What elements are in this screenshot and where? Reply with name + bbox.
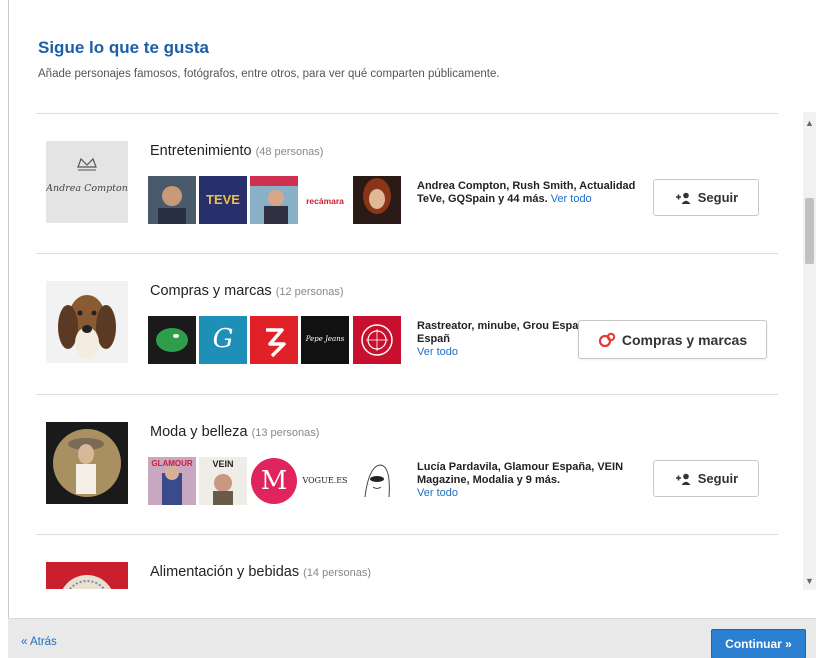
woman-photo-icon <box>46 422 128 504</box>
view-all-link[interactable]: Ver todo <box>551 193 592 205</box>
follow-button-label: Seguir <box>697 471 739 486</box>
crown-logo-icon <box>46 141 128 223</box>
category-name: Alimentación y bebidas <box>150 564 300 580</box>
thumbnail-person[interactable] <box>148 176 196 224</box>
category-row-entretenimiento: Andrea Compton Entretenimiento (48 perso… <box>36 113 778 254</box>
back-link[interactable]: « Atrás <box>21 636 57 648</box>
thumbnail-person[interactable] <box>353 176 401 224</box>
category-count: (13 personas) <box>251 427 320 439</box>
add-person-icon <box>675 192 691 204</box>
thumbnail-label: VOGUE.ES <box>302 476 348 485</box>
category-count: (14 personas) <box>303 567 372 579</box>
category-title: Alimentación y bebidas (14 personas) <box>150 564 371 580</box>
description-text: Andrea Compton, Rush Smith, Actualidad T… <box>417 180 636 205</box>
category-description: Lucía Pardavila, Glamour España, VEIN Ma… <box>417 461 647 500</box>
thumbnail-vogue[interactable]: VOGUE.ES <box>301 457 349 505</box>
category-name: Compras y marcas <box>150 283 272 299</box>
continue-button[interactable]: Continuar » <box>711 629 806 658</box>
scroll-up-icon[interactable]: ▲ <box>805 118 814 128</box>
avatar-signature: Andrea Compton <box>46 183 128 194</box>
thumbnail-magazine[interactable] <box>250 176 298 224</box>
scrollbar[interactable]: ▲ ▼ <box>803 112 816 590</box>
view-all-link[interactable]: Ver todo <box>417 346 458 358</box>
category-description: Andrea Compton, Rush Smith, Actualidad T… <box>417 180 647 206</box>
thumbnail-label: G <box>212 324 234 354</box>
thumbnail-teve[interactable]: TEVE <box>199 176 247 224</box>
follow-category-button-label: Compras y marcas <box>621 331 748 348</box>
dialog-header: Sigue lo que te gusta Añade personajes f… <box>38 38 500 80</box>
dialog-footer: « Atrás Continuar » <box>8 618 816 658</box>
page-subtitle: Añade personajes famosos, fotógrafos, en… <box>38 68 500 80</box>
thumbnail-glamour[interactable]: GLAMOUR <box>148 457 196 505</box>
view-all-link[interactable]: Ver todo <box>417 487 458 499</box>
category-row-compras: Compras y marcas (12 personas) G Pepe Je… <box>36 253 778 394</box>
page-title: Sigue lo que te gusta <box>38 38 209 57</box>
dog-photo-icon <box>46 281 128 363</box>
thumbnail-label: M <box>260 466 288 496</box>
category-title: Compras y marcas (12 personas) <box>150 283 344 299</box>
category-avatar <box>46 422 128 504</box>
thumbnail-brand[interactable] <box>250 316 298 364</box>
seal-logo-icon <box>46 562 128 589</box>
category-name: Moda y belleza <box>150 424 248 440</box>
category-count: (12 personas) <box>275 286 344 298</box>
thumbnail-modalia[interactable]: M <box>250 457 298 505</box>
follow-button[interactable]: Seguir <box>653 460 759 497</box>
follow-button[interactable]: Seguir <box>653 179 759 216</box>
thumbnail-label: Pepe Jeans <box>305 335 345 343</box>
follow-category-button[interactable]: Compras y marcas <box>578 320 767 359</box>
thumbnail-pepe-jeans[interactable]: Pepe Jeans <box>301 316 349 364</box>
thumbnail-label: TEVE <box>206 192 240 207</box>
category-list: Andrea Compton Entretenimiento (48 perso… <box>36 113 778 589</box>
category-title: Entretenimiento (48 personas) <box>150 143 323 159</box>
category-avatar <box>46 562 128 589</box>
scrollbar-thumb[interactable] <box>805 198 814 264</box>
follow-button-label: Seguir <box>697 190 739 205</box>
thumbnail-shiseido[interactable] <box>353 316 401 364</box>
thumbnail-vein[interactable]: VEIN <box>199 457 247 505</box>
circles-icon <box>598 332 616 347</box>
thumbnail-recamara[interactable]: recámara <box>301 176 349 224</box>
category-count: (48 personas) <box>255 146 324 158</box>
thumbnail-minube[interactable]: G <box>199 316 247 364</box>
thumbnail-label: recámara <box>306 196 344 206</box>
category-row-moda: Moda y belleza (13 personas) GLAMOUR VEI… <box>36 394 778 535</box>
category-title: Moda y belleza (13 personas) <box>150 424 319 440</box>
add-person-icon <box>675 473 691 485</box>
category-name: Entretenimiento <box>150 143 252 159</box>
thumbnail-sketch[interactable] <box>353 457 401 505</box>
category-avatar: Andrea Compton <box>46 141 128 223</box>
thumbnail-rastreator[interactable] <box>148 316 196 364</box>
category-avatar <box>46 281 128 363</box>
description-text: Lucía Pardavila, Glamour España, VEIN Ma… <box>417 461 624 486</box>
scroll-down-icon[interactable]: ▼ <box>805 576 814 586</box>
category-row-alimentacion: Alimentación y bebidas (14 personas) <box>36 534 778 589</box>
